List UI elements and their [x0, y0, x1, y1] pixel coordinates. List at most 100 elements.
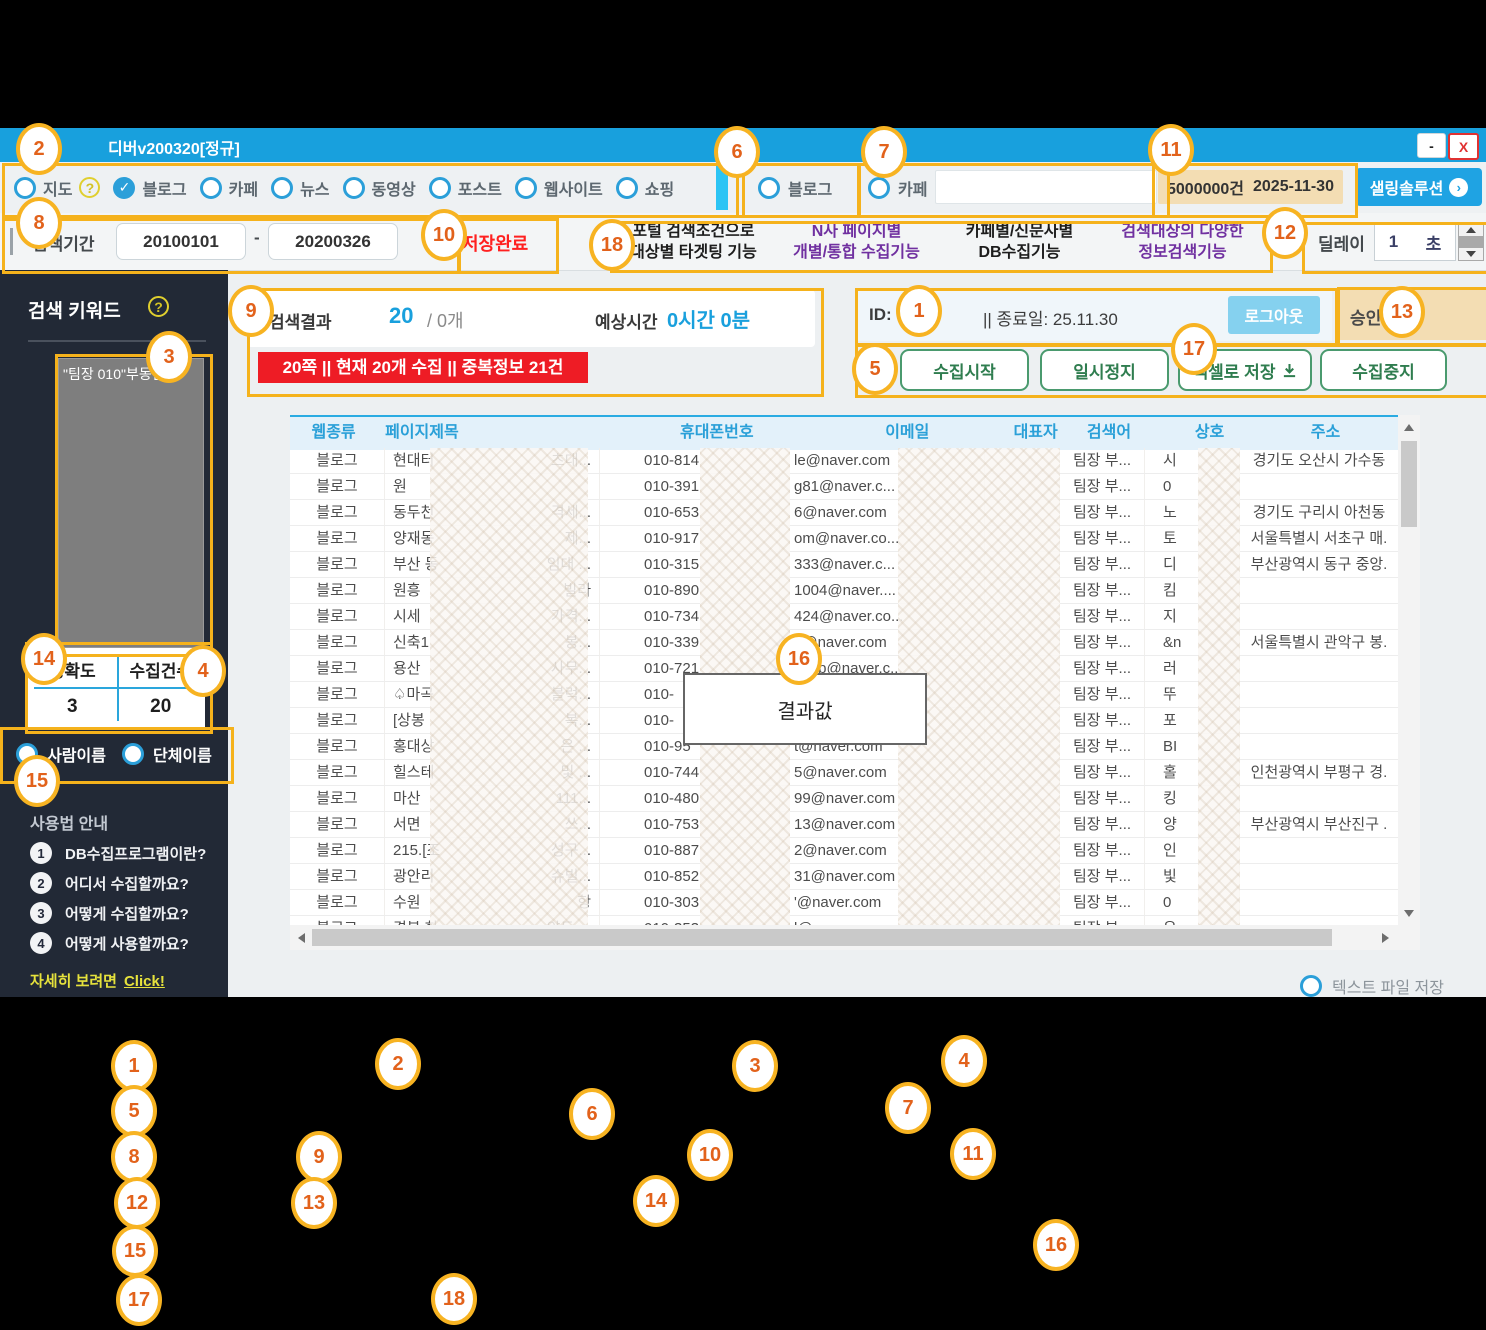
search-type-radio-지도[interactable]: 지도? [14, 176, 100, 200]
period-from-input[interactable] [116, 223, 246, 260]
scroll-up-icon[interactable] [1398, 419, 1420, 435]
name-radio-단체이름[interactable]: 단체이름 [122, 742, 212, 766]
cell-email: 2@naver.com [780, 838, 985, 863]
stepper-up-icon[interactable] [1459, 224, 1483, 236]
page-title-left: 신축1 [393, 630, 429, 655]
table-row[interactable]: 블로그부산 동임대 ...010-315333@naver.c...팀장 부..… [290, 552, 1398, 578]
column-header-1[interactable]: 웹종류 [290, 417, 377, 450]
search-type-radio-웹사이트[interactable]: 웹사이트 [515, 176, 603, 200]
cell-page-title: 원흥빌라 [385, 578, 600, 603]
column-header-6[interactable]: 검색어 [1070, 417, 1148, 450]
column-header-2[interactable]: 페이지제목 [377, 417, 590, 450]
delay-input[interactable]: 1 초 [1374, 223, 1456, 261]
close-button[interactable]: X [1448, 133, 1479, 160]
cell-shop-name: 토 [1145, 526, 1240, 551]
page-title-left: 서면 [393, 812, 421, 837]
page-title-right: 가격... [551, 604, 591, 629]
cell-address [1240, 578, 1398, 603]
feature-highlights: 포털 검색조건으로대상별 타겟팅 기능N사 페이지별개별/통합 수집기능카페별/… [612, 217, 1264, 267]
horizontal-scroll-thumb[interactable] [312, 929, 1332, 946]
help-icon[interactable]: ? [79, 177, 100, 198]
page-title-left: 용산 [393, 656, 421, 681]
usage-item[interactable]: 1DB수집프로그램이란? [30, 838, 228, 868]
search-type-radio-뉴스[interactable]: 뉴스 [271, 176, 329, 200]
help-icon[interactable]: ? [148, 296, 169, 317]
scroll-right-icon[interactable] [1376, 925, 1394, 950]
search-type-label: 지도 [43, 176, 72, 200]
cell-email: 31@naver.com [780, 864, 985, 889]
column-header-4[interactable]: 이메일 [799, 417, 1001, 450]
table-row[interactable]: 블로그현대터츠대...010-814le@naver.com팀장 부...시경기… [290, 448, 1398, 474]
table-row[interactable]: 블로그215.[조성구...010-8872@naver.com팀장 부...인 [290, 838, 1398, 864]
search-type-label: 카페 [229, 176, 258, 200]
table-row[interactable]: 블로그시세가격...010-734424@naver.co...팀장 부...지 [290, 604, 1398, 630]
column-header-8[interactable]: 주소 [1253, 417, 1398, 450]
keyword-textarea[interactable]: "팀장 010"부동산 [58, 358, 204, 648]
logout-button[interactable]: 로그아웃 [1228, 296, 1320, 334]
cell-keyword: 팀장 부... [1060, 474, 1145, 499]
cell-phone: 010-653 [600, 500, 780, 525]
table-row[interactable]: 블로그양재동제...010-917om@naver.co...팀장 부...토서… [290, 526, 1398, 552]
usage-item[interactable]: 4어떻게 사용할까요? [30, 928, 228, 958]
table-row[interactable]: 블로그경북 한양도 ...010-353l@naver.com팀장 부...우 [290, 916, 1398, 925]
radio-icon [758, 177, 780, 199]
column-header-5[interactable]: 대표자 [1001, 417, 1070, 450]
vertical-scroll-thumb[interactable] [1401, 441, 1417, 527]
usage-number-icon: 2 [30, 872, 52, 894]
selling-solution-button[interactable]: 샐링솔루션 › [1356, 168, 1482, 206]
side-cafe-radio[interactable]: 카페 [868, 176, 927, 200]
usage-item[interactable]: 2어디서 수집할까요? [30, 868, 228, 898]
delay-stepper[interactable] [1458, 223, 1484, 261]
horizontal-scrollbar[interactable] [290, 925, 1420, 950]
scroll-down-icon[interactable] [1398, 905, 1420, 921]
annotation-marker-5: 5 [852, 343, 898, 395]
table-row[interactable]: 블로그신축1봉...010-3399@naver.com팀장 부...&n서울특… [290, 630, 1398, 656]
page-title-left: 시세 [393, 604, 421, 629]
stop-collect-button[interactable]: 수집중지 [1320, 349, 1447, 391]
minimize-button[interactable]: - [1417, 133, 1446, 158]
annotation-marker-10: 10 [421, 209, 467, 261]
click-link[interactable]: Click! [124, 973, 165, 990]
search-type-radio-카페[interactable]: 카페 [200, 176, 258, 200]
table-row[interactable]: 블로그서면쓰...010-75313@naver.com팀장 부...양부산광역… [290, 812, 1398, 838]
search-type-radio-블로그[interactable]: ✓블로그 [113, 176, 186, 200]
table-row[interactable]: 블로그원흥빌라010-8901004@naver....팀장 부...킴 [290, 578, 1398, 604]
search-type-radio-쇼핑[interactable]: 쇼핑 [616, 176, 674, 200]
usage-item[interactable]: 3어떻게 수집할까요? [30, 898, 228, 928]
pause-button[interactable]: 일시정지 [1040, 349, 1169, 391]
stepper-down-icon[interactable] [1459, 248, 1483, 260]
cell-phone: 010-852 [600, 864, 780, 889]
page-title-left: 경북 한 [393, 916, 439, 925]
cell-keyword: 팀장 부... [1060, 864, 1145, 889]
period-to-input[interactable] [268, 223, 398, 260]
column-header-7[interactable]: 상호 [1148, 417, 1253, 450]
page-title-right: 빌라 [563, 578, 591, 603]
table-row[interactable]: 블로그광안리슈빌...010-85231@naver.com팀장 부...빛 [290, 864, 1398, 890]
text-file-save-radio[interactable]: 텍스트 파일 저장 [1300, 974, 1444, 997]
table-header: 웹종류페이지제목휴대폰번호이메일대표자검색어상호주소 [290, 415, 1398, 450]
table-row[interactable]: 블로그원010-391g81@naver.c...팀장 부...0 [290, 474, 1398, 500]
column-header-3[interactable]: 휴대폰번호 [590, 417, 799, 450]
table-row[interactable]: 블로그수원항010-303'@naver.com팀장 부...0 [290, 890, 1398, 916]
scroll-left-icon[interactable] [292, 925, 310, 950]
cell-address [1240, 864, 1398, 889]
side-blog-radio[interactable]: 블로그 [758, 176, 832, 200]
table-row[interactable]: 블로그마산111...010-48099@naver.com팀장 부...킹 [290, 786, 1398, 812]
cell-phone: 010-391 [600, 474, 780, 499]
annotation-marker-17: 17 [1171, 323, 1217, 375]
start-collect-button[interactable]: 수집시작 [900, 349, 1029, 391]
cell-address [1240, 838, 1398, 863]
table-row[interactable]: 블로그힐스테및 ...010-7445@naver.com팀장 부...홀인천광… [290, 760, 1398, 786]
usage-more: 자세히 보려면Click! [30, 970, 165, 991]
cell-shop-name: &n [1145, 630, 1240, 655]
page-title-left: 215.[조 [393, 838, 440, 863]
table-row[interactable]: 블로그동두천격세...010-6536@naver.com팀장 부...노경기도… [290, 500, 1398, 526]
search-type-radio-동영상[interactable]: 동영상 [343, 176, 416, 200]
feature-text: 검색대상의 다양한정보검색기능 [1101, 217, 1264, 267]
search-type-radio-포스트[interactable]: 포스트 [429, 176, 502, 200]
cell-address: 부산광역시 동구 중앙. [1240, 552, 1398, 577]
sidebar: 검색 키워드 ? "팀장 010"부동산 정확도 수집건수 3 20 사람이름단… [0, 270, 228, 997]
vertical-scrollbar[interactable] [1398, 415, 1420, 925]
cell-address [1240, 474, 1398, 499]
cafe-url-input[interactable] [935, 170, 1157, 204]
